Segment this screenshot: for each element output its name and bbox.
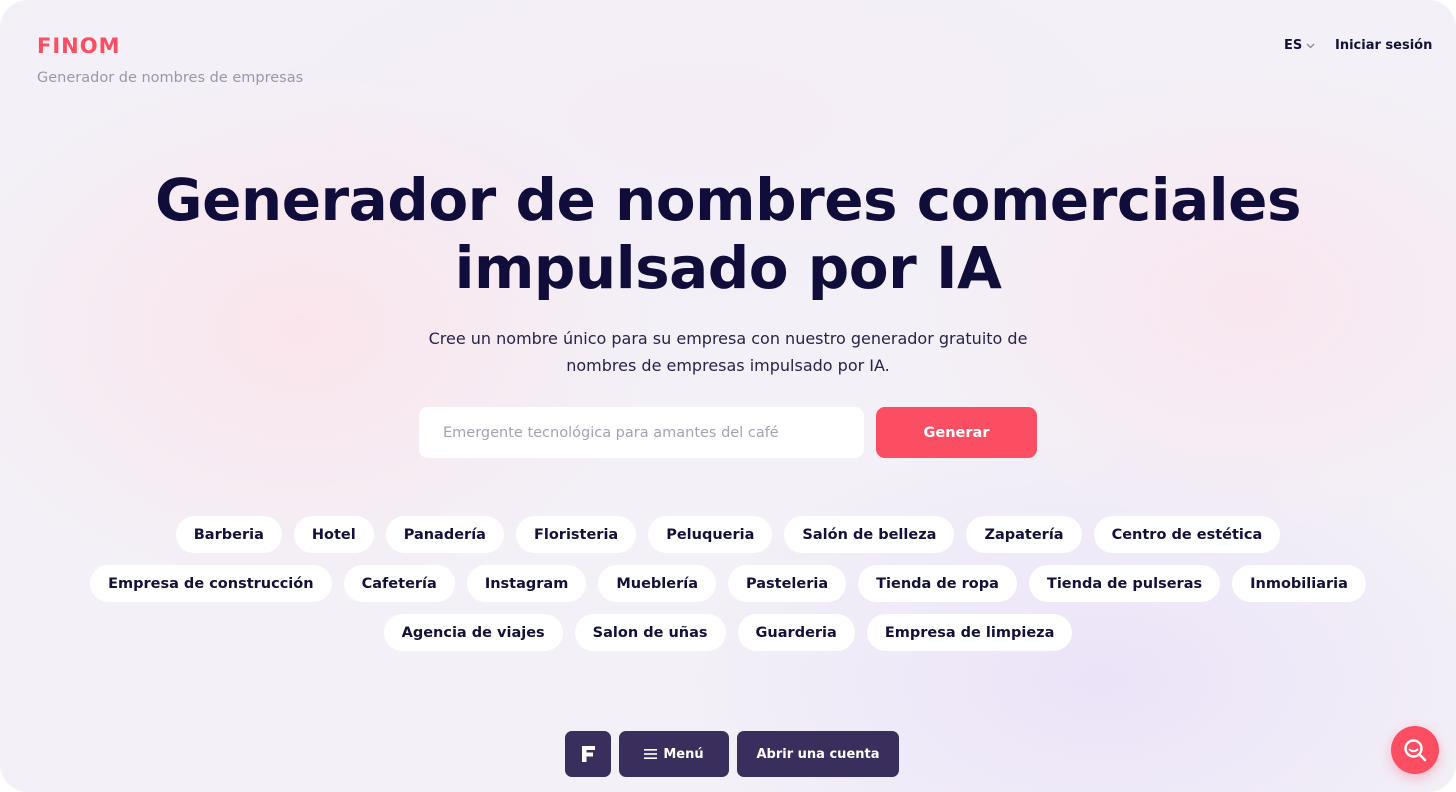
hamburger-icon [644, 749, 658, 759]
menu-button[interactable]: Menú [619, 731, 729, 777]
category-chip[interactable]: Centro de estética [1093, 516, 1281, 553]
category-row: Empresa de construcción Cafetería Instagra… [90, 565, 1366, 602]
category-chip[interactable]: Barberia [175, 516, 282, 553]
page-title: Generador de nombres comerciales impulsa… [154, 166, 1302, 302]
business-description-input[interactable] [419, 407, 864, 458]
page: FINOM Generador de nombres de empresas E… [0, 0, 1456, 792]
language-selector[interactable]: ES [1284, 37, 1315, 55]
open-account-button[interactable]: Abrir una cuenta [737, 731, 899, 777]
category-chip[interactable]: Agencia de viajes [383, 614, 563, 651]
category-chip[interactable]: Pasteleria [728, 565, 847, 602]
category-chip[interactable]: Floristeria [515, 516, 637, 553]
category-chip[interactable]: Tienda de pulseras [1028, 565, 1221, 602]
search-chat-icon [1404, 739, 1427, 762]
category-chip[interactable]: Panadería [385, 516, 504, 553]
search-chat-button[interactable] [1391, 726, 1439, 774]
language-label: ES [1284, 38, 1303, 53]
category-chip[interactable]: Salon de uñas [574, 614, 726, 651]
category-row: Barberia Hotel Panadería Floristeria Peluque… [100, 516, 1356, 553]
category-chip[interactable]: Mueblería [598, 565, 716, 602]
category-chip[interactable]: Guarderia [737, 614, 855, 651]
category-chips: Barberia Hotel Panadería Floristeria Peluque… [90, 516, 1366, 663]
category-chip[interactable]: Cafetería [343, 565, 455, 602]
category-chip[interactable]: Inmobiliaria [1232, 565, 1366, 602]
category-chip[interactable]: Salón de belleza [784, 516, 955, 553]
category-chip[interactable]: Hotel [293, 516, 374, 553]
page-tagline: Generador de nombres de empresas [37, 70, 304, 86]
chevron-down-icon [1306, 43, 1315, 49]
generate-button[interactable]: Generar [876, 407, 1037, 458]
category-chip[interactable]: Empresa de construcción [90, 565, 332, 602]
login-link[interactable]: Iniciar sesión [1335, 37, 1432, 55]
menu-label: Menú [663, 746, 704, 762]
page-subtitle: Cree un nombre único para su empresa con… [428, 329, 1028, 375]
category-chip[interactable]: Instagram [466, 565, 587, 602]
category-chip[interactable]: Zapatería [966, 516, 1082, 553]
finom-f-icon [582, 746, 595, 762]
category-chip[interactable]: Empresa de limpieza [866, 614, 1073, 651]
finom-f-button[interactable] [565, 731, 611, 777]
finom-logo[interactable]: FINOM [37, 35, 120, 57]
category-row: Agencia de viajes Salon de uñas Guarderia E… [100, 614, 1356, 651]
bottom-bar: Menú Abrir una cuenta [565, 731, 899, 777]
category-chip[interactable]: Peluqueria [648, 516, 773, 553]
category-chip[interactable]: Tienda de ropa [858, 565, 1017, 602]
